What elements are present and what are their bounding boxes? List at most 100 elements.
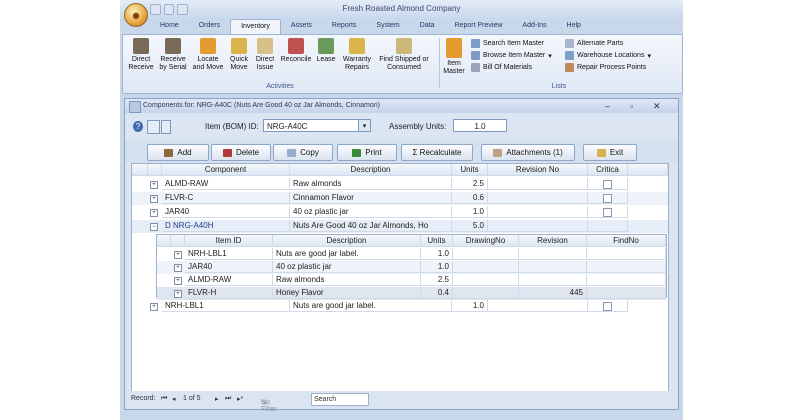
browse-item-master-button[interactable]: Browse Item Master ▾	[471, 51, 552, 60]
warranty-repairs-button[interactable]: Warranty Repairs	[339, 37, 375, 72]
expand-icon[interactable]: +	[150, 181, 158, 189]
prev-record-icon[interactable]: ◂	[172, 395, 176, 403]
minimize-icon[interactable]: –	[605, 101, 610, 111]
alternate-parts-button[interactable]: Alternate Parts	[565, 39, 623, 48]
direct-issue-button[interactable]: Direct Issue	[253, 37, 277, 72]
col-find-no[interactable]: FindNo	[587, 235, 666, 247]
sub-table-row[interactable]: + ALMD-RAW Raw almonds 2.5	[157, 274, 666, 287]
grid-view-icon[interactable]	[147, 120, 160, 134]
expand-icon[interactable]: +	[150, 195, 158, 203]
reconcile-button[interactable]: Reconcile	[279, 37, 313, 64]
sub-table-row[interactable]: + FLVR-H Honey Flavor 0.4 445	[157, 287, 666, 300]
chevron-down-icon: ▾	[358, 120, 370, 131]
app-title: Fresh Roasted Almond Company	[342, 4, 461, 13]
col-sub-units[interactable]: Units	[421, 235, 453, 247]
components-grid: Component Description Units Revision No …	[131, 163, 669, 397]
col-drawing-no[interactable]: DrawingNo	[453, 235, 519, 247]
attachments-button[interactable]: Attachments (1)	[481, 144, 575, 161]
office-button-icon[interactable]: ◉	[124, 3, 148, 27]
print-button[interactable]: Print	[337, 144, 397, 161]
issue-icon	[257, 38, 273, 54]
grid-header-row: Component Description Units Revision No …	[132, 164, 668, 177]
table-row[interactable]: + ALMD-RAW Raw almonds 2.5	[132, 178, 668, 191]
critical-checkbox[interactable]	[603, 180, 612, 189]
record-navigation-bar: Record: ⏮ ◂ 1 of 5 ▸ ⏭ ▸* ⊘ No Filter Se…	[125, 391, 678, 413]
expand-icon[interactable]: +	[150, 303, 158, 311]
warehouse-locations-button[interactable]: Warehouse Locations ▾	[565, 51, 651, 60]
table-row[interactable]: + NRH-LBL1 Nuts are good jar label. 1.0	[132, 300, 668, 313]
tab-help[interactable]: Help	[557, 19, 591, 34]
critical-checkbox[interactable]	[603, 208, 612, 217]
direct-receive-button[interactable]: Direct Receive	[127, 37, 155, 72]
table-row[interactable]: + JAR40 40 oz plastic jar 1.0	[132, 206, 668, 219]
expand-icon[interactable]: +	[150, 209, 158, 217]
receive-by-serial-button[interactable]: Receive by Serial	[157, 37, 189, 72]
search-input[interactable]: Search	[311, 393, 369, 406]
item-master-button[interactable]: Item Master	[441, 37, 467, 76]
table-row[interactable]: + FLVR-C Cinnamon Flavor 0.6	[132, 192, 668, 205]
collapse-icon[interactable]: −	[150, 223, 158, 231]
tab-home[interactable]: Home	[150, 19, 189, 34]
tab-add-ins[interactable]: Add-Ins	[512, 19, 556, 34]
tab-data[interactable]: Data	[410, 19, 445, 34]
select-all-cell[interactable]	[132, 164, 148, 176]
expand-icon[interactable]: +	[174, 290, 182, 298]
lease-button[interactable]: Lease	[315, 37, 337, 64]
sort-icon[interactable]	[161, 120, 171, 134]
receive-serial-icon	[165, 38, 181, 54]
bill-of-materials-button[interactable]: Bill Of Materials	[471, 63, 532, 72]
table-row[interactable]: − D NRG-A40H Nuts Are Good 40 oz Jar Alm…	[132, 220, 668, 233]
col-sub-description[interactable]: Description	[273, 235, 421, 247]
delete-button[interactable]: Delete	[211, 144, 271, 161]
quick-move-button[interactable]: Quick Move	[227, 37, 251, 72]
tab-inventory[interactable]: Inventory	[230, 19, 281, 35]
expand-icon[interactable]: +	[174, 277, 182, 285]
item-id-label: Item (BOM) ID:	[205, 122, 259, 131]
delete-icon	[222, 148, 232, 157]
tab-report-preview[interactable]: Report Preview	[445, 19, 513, 34]
expand-icon[interactable]: +	[174, 251, 182, 259]
close-icon[interactable]: ✕	[653, 101, 661, 112]
sub-table-row[interactable]: + JAR40 40 oz plastic jar 1.0	[157, 261, 666, 274]
search-item-master-button[interactable]: Search Item Master	[471, 39, 544, 48]
group-label-lists: Lists	[551, 83, 567, 90]
new-record-icon[interactable]: ▸*	[237, 395, 243, 403]
tab-reports[interactable]: Reports	[322, 19, 367, 34]
tab-system[interactable]: System	[366, 19, 409, 34]
expanded-marker: D	[165, 221, 171, 230]
col-units[interactable]: Units	[452, 164, 488, 176]
sub-table-row[interactable]: + NRH-LBL1 Nuts are good jar label. 1.0	[157, 248, 666, 261]
next-record-icon[interactable]: ▸	[215, 395, 219, 403]
critical-checkbox[interactable]	[603, 302, 612, 311]
record-position[interactable]: 1 of 5	[183, 395, 201, 402]
col-revision[interactable]: Revision	[519, 235, 587, 247]
copy-button[interactable]: Copy	[273, 144, 333, 161]
recalculate-button[interactable]: Σ Recalculate	[401, 144, 473, 161]
find-shipped-button[interactable]: Find Shipped or Consumed	[377, 37, 431, 72]
last-record-icon[interactable]: ⏭	[225, 395, 231, 403]
assembly-units-input[interactable]: 1.0	[453, 119, 507, 132]
locate-and-move-button[interactable]: Locate and Move	[191, 37, 225, 72]
sub-select-all[interactable]	[157, 235, 171, 247]
group-label-activities: Activities	[266, 83, 294, 90]
item-id-select[interactable]: NRG-A40C ▾	[263, 119, 371, 132]
browse-icon	[471, 51, 480, 60]
repair-process-points-button[interactable]: Repair Process Points	[565, 63, 646, 72]
expand-icon[interactable]: +	[174, 264, 182, 272]
help-icon[interactable]: ?	[133, 121, 143, 132]
restore-icon[interactable]: ▫	[630, 101, 633, 111]
critical-checkbox[interactable]	[603, 194, 612, 203]
first-record-icon[interactable]: ⏮	[161, 395, 167, 403]
exit-button[interactable]: Exit	[583, 144, 637, 161]
tab-assets[interactable]: Assets	[281, 19, 322, 34]
add-button[interactable]: Add	[147, 144, 209, 161]
col-description[interactable]: Description	[290, 164, 452, 176]
ribbon: Direct Receive Receive by Serial Locate …	[122, 34, 683, 94]
col-critical[interactable]: Critica	[588, 164, 628, 176]
col-item-id[interactable]: Item ID	[185, 235, 273, 247]
tab-orders[interactable]: Orders	[189, 19, 230, 34]
ribbon-tabs: Home Orders Inventory Assets Reports Sys…	[150, 19, 591, 35]
group-lists: Item Master Search Item Master Browse It…	[441, 37, 677, 91]
col-revision-no[interactable]: Revision No	[488, 164, 588, 176]
col-component[interactable]: Component	[162, 164, 290, 176]
